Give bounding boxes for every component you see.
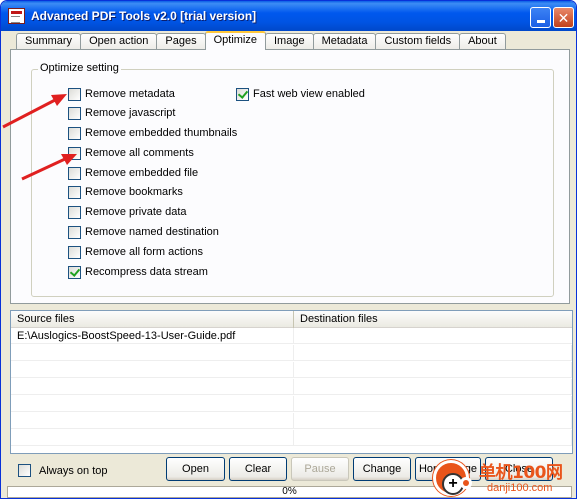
watermark-site-name: 单机100网 xyxy=(479,463,563,483)
checkbox[interactable] xyxy=(236,87,249,101)
watermark-url: danji100.com xyxy=(487,482,553,494)
option-label: Always on top xyxy=(39,464,108,477)
empty-cell xyxy=(294,345,572,361)
watermark: + 单机100网 danji100.com xyxy=(429,456,576,498)
checkbox[interactable] xyxy=(68,166,81,180)
empty-cell xyxy=(294,430,572,446)
clear-button[interactable]: Clear xyxy=(229,457,287,481)
window-title: Advanced PDF Tools v2.0 [trial version] xyxy=(31,9,257,23)
optimize-settings-group: Optimize setting xyxy=(31,62,554,297)
tab-optimize[interactable]: Optimize xyxy=(204,31,266,50)
option-remove-all-form-actions[interactable]: Remove all form actions xyxy=(68,245,203,259)
option-label: Remove embedded file xyxy=(85,167,199,179)
close-icon: ✕ xyxy=(557,9,570,26)
option-label: Fast web view enabled xyxy=(253,88,365,100)
empty-row xyxy=(11,413,572,429)
open-button[interactable]: Open xyxy=(166,457,225,481)
column-header-destination[interactable]: Destination files xyxy=(294,311,572,328)
option-label: Remove private data xyxy=(85,206,187,218)
option-fast-web-view[interactable]: Fast web view enabled xyxy=(236,87,365,101)
empty-cell xyxy=(11,430,294,446)
tab-custom-fields[interactable]: Custom fields xyxy=(375,33,461,50)
checkbox[interactable] xyxy=(68,106,81,120)
checkbox[interactable] xyxy=(68,126,81,140)
always-on-top-option[interactable]: Always on top xyxy=(18,464,107,477)
empty-cell xyxy=(11,345,294,361)
checkbox[interactable] xyxy=(68,205,81,219)
file-list-header: Source files Destination files xyxy=(11,311,572,328)
tab-summary[interactable]: Summary xyxy=(16,33,82,50)
minimize-button[interactable] xyxy=(530,7,551,28)
watermark-logo-icon: + xyxy=(433,460,472,496)
option-remove-embedded-file[interactable]: Remove embedded file xyxy=(68,166,198,180)
empty-cell xyxy=(11,362,294,378)
empty-row xyxy=(11,345,572,361)
option-label: Remove bookmarks xyxy=(85,186,183,198)
option-remove-embedded-thumbnails[interactable]: Remove embedded thumbnails xyxy=(68,126,237,140)
option-label: Remove javascript xyxy=(85,107,176,119)
option-label: Remove all comments xyxy=(85,147,194,159)
file-list[interactable]: Source files Destination files E:\Auslog… xyxy=(10,310,573,454)
pause-button[interactable]: Pause xyxy=(291,457,349,481)
checkbox[interactable] xyxy=(68,265,81,279)
destination-file-cell xyxy=(294,328,572,344)
empty-row xyxy=(11,430,572,446)
option-label: Recompress data stream xyxy=(85,266,208,278)
option-remove-all-comments[interactable]: Remove all comments xyxy=(68,146,194,160)
tab-strip: Summary Open action Pages Optimize Image… xyxy=(16,31,506,50)
empty-cell xyxy=(11,379,294,395)
tab-open-action[interactable]: Open action xyxy=(80,33,158,50)
checkbox[interactable] xyxy=(18,464,31,477)
empty-cell xyxy=(294,396,572,412)
option-label: Remove embedded thumbnails xyxy=(85,127,238,139)
empty-cell xyxy=(294,379,572,395)
title-bar[interactable]: Advanced PDF Tools v2.0 [trial version] … xyxy=(1,1,576,31)
empty-cell xyxy=(11,396,294,412)
option-remove-private-data[interactable]: Remove private data xyxy=(68,205,187,219)
option-remove-metadata[interactable]: Remove metadata xyxy=(68,87,175,101)
minimize-icon xyxy=(536,20,545,23)
record-dot-icon xyxy=(460,477,472,489)
checkbox[interactable] xyxy=(68,87,81,101)
option-remove-bookmarks[interactable]: Remove bookmarks xyxy=(68,185,183,199)
change-button[interactable]: Change xyxy=(353,457,411,481)
pdf-app-icon xyxy=(8,8,25,24)
source-file-cell: E:\Auslogics-BoostSpeed-13-User-Guide.pd… xyxy=(11,328,294,344)
checkbox[interactable] xyxy=(68,185,81,199)
close-window-button[interactable]: ✕ xyxy=(553,7,574,28)
tab-pages[interactable]: Pages xyxy=(156,33,206,50)
option-label: Remove named destination xyxy=(85,226,219,238)
empty-row xyxy=(11,362,572,378)
empty-row xyxy=(11,396,572,412)
group-title: Optimize setting xyxy=(38,62,121,74)
option-remove-named-destination[interactable]: Remove named destination xyxy=(68,225,219,239)
checkbox[interactable] xyxy=(68,225,81,239)
column-header-source[interactable]: Source files xyxy=(11,311,294,328)
empty-row xyxy=(11,379,572,395)
empty-cell xyxy=(294,362,572,378)
tab-metadata[interactable]: Metadata xyxy=(312,33,377,50)
checkbox[interactable] xyxy=(68,245,81,259)
tab-about[interactable]: About xyxy=(459,33,506,50)
empty-cell xyxy=(294,413,572,429)
tab-image[interactable]: Image xyxy=(265,33,314,50)
main-window: Advanced PDF Tools v2.0 [trial version] … xyxy=(0,0,577,499)
option-label: Remove metadata xyxy=(85,88,175,100)
optimize-panel: Optimize setting Remove metadata Remove … xyxy=(10,49,570,304)
table-row[interactable]: E:\Auslogics-BoostSpeed-13-User-Guide.pd… xyxy=(11,328,572,344)
checkbox[interactable] xyxy=(68,146,81,160)
option-recompress-data-stream[interactable]: Recompress data stream xyxy=(68,265,208,279)
option-remove-javascript[interactable]: Remove javascript xyxy=(68,106,175,120)
option-label: Remove all form actions xyxy=(85,246,203,258)
empty-cell xyxy=(11,413,294,429)
